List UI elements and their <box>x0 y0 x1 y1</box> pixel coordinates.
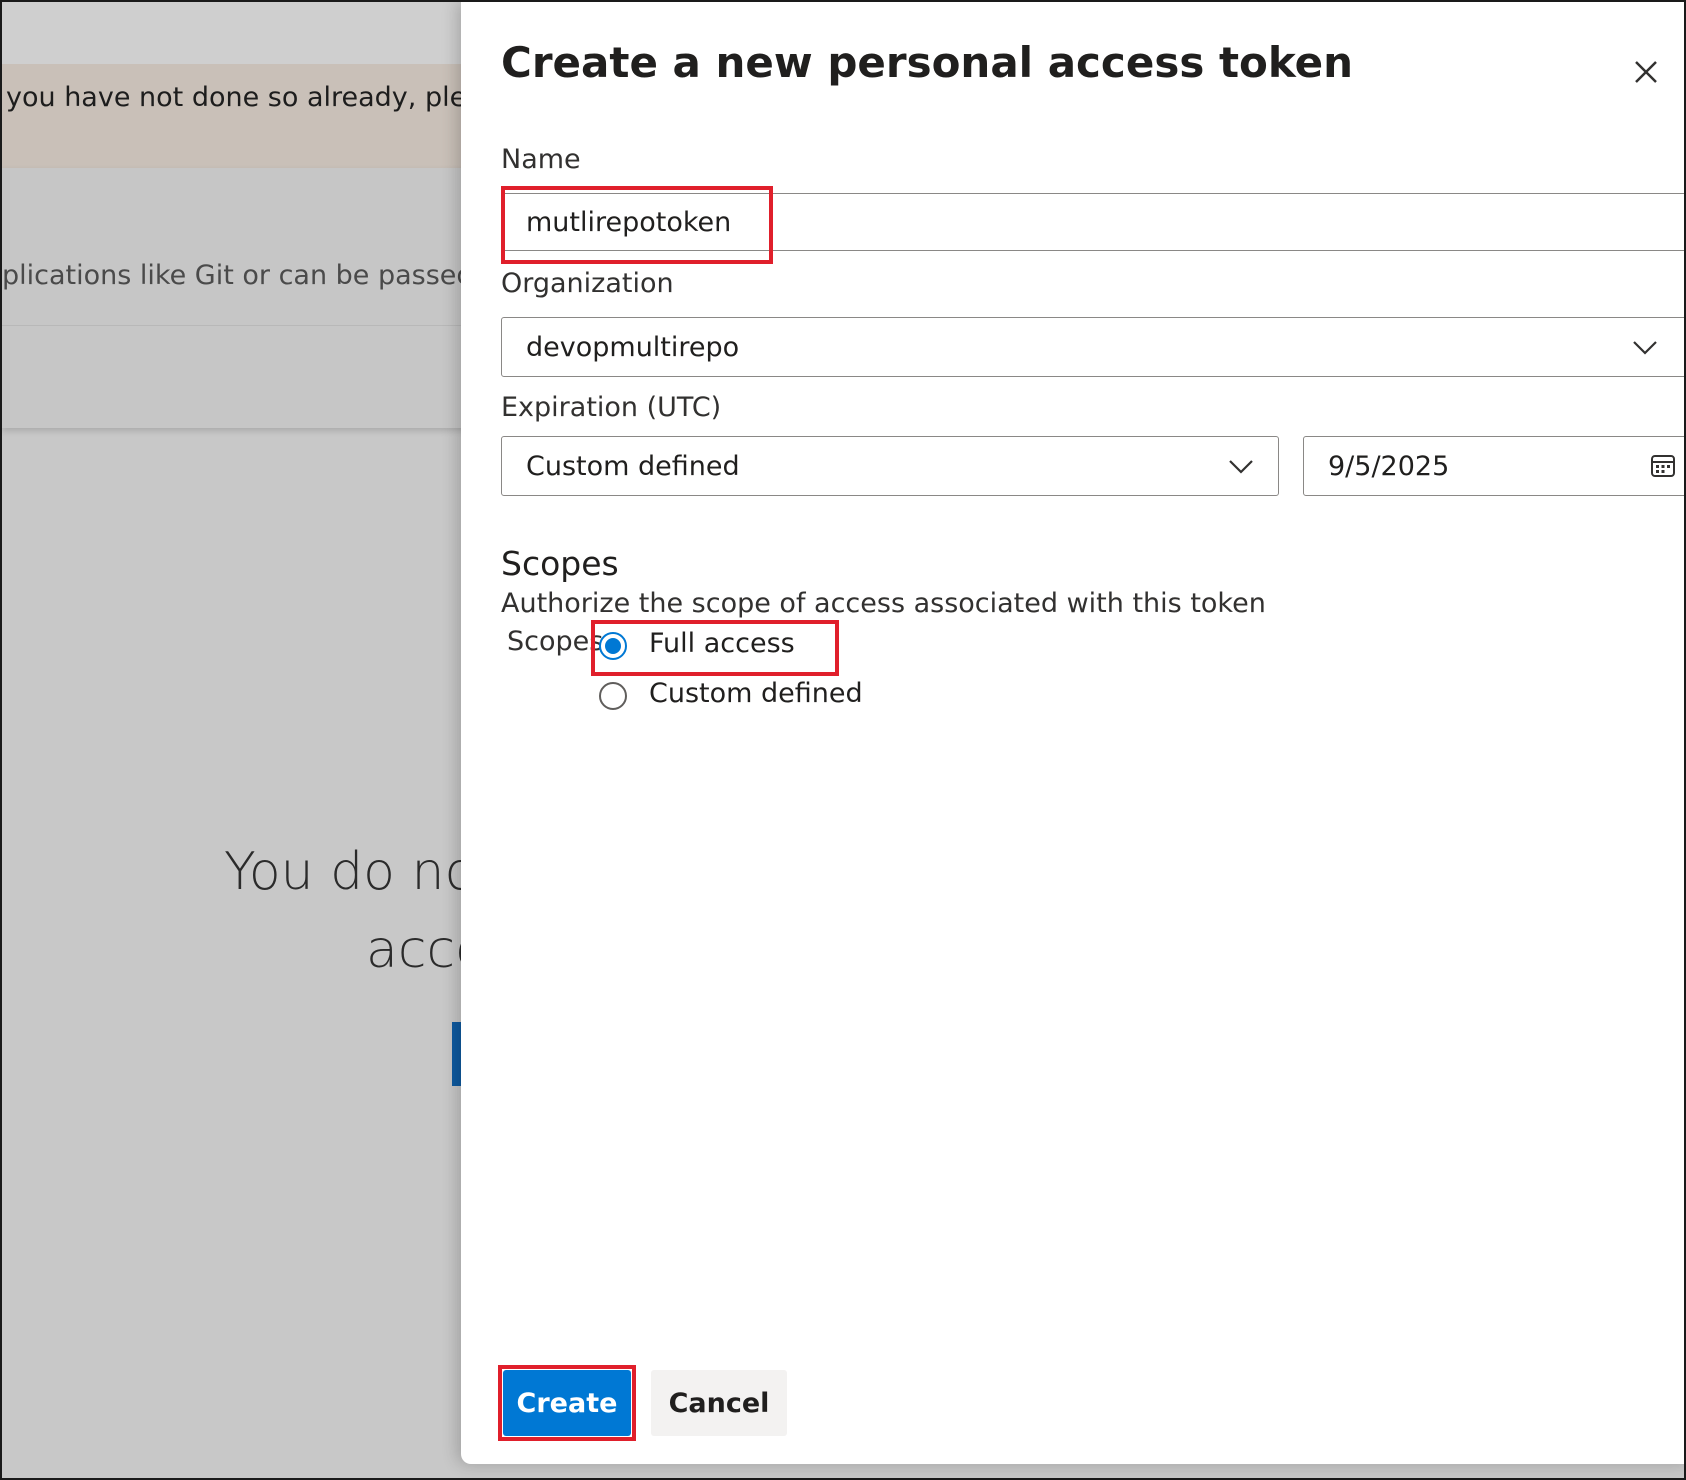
background-description: plications like Git or can be passed in <box>2 260 507 291</box>
scope-option-label: Full access <box>649 628 795 659</box>
organization-value: devopmultirepo <box>526 332 740 363</box>
calendar-icon <box>1651 455 1675 477</box>
scope-option-label: Custom defined <box>649 678 863 709</box>
chevron-down-icon <box>1633 341 1657 355</box>
create-button[interactable]: Create <box>503 1370 631 1436</box>
background-divider <box>2 325 472 326</box>
scopes-subtitle: Authorize the scope of access associated… <box>501 588 1266 619</box>
organization-label: Organization <box>501 268 674 299</box>
expiration-date-value: 9/5/2025 <box>1328 451 1450 482</box>
background-card <box>2 168 472 428</box>
scopes-title: Scopes <box>501 544 619 583</box>
name-label: Name <box>501 144 581 175</box>
background-empty-state-line1: You do no <box>224 842 477 902</box>
expiration-date-picker[interactable]: 9/5/2025 <box>1303 436 1684 496</box>
radio-unselected-icon <box>599 682 627 710</box>
close-button[interactable] <box>1626 52 1666 92</box>
close-icon <box>1635 61 1657 83</box>
background-notice-text: you have not done so already, please <box>6 82 514 113</box>
scopes-field-label: Scopes <box>507 626 604 657</box>
chevron-down-icon <box>1229 460 1253 474</box>
screenshot-frame: you have not done so already, please pli… <box>0 0 1686 1480</box>
organization-select[interactable]: devopmultirepo <box>501 317 1684 377</box>
radio-selected-icon <box>599 632 627 660</box>
background-notice-banner <box>2 64 472 168</box>
expiration-select[interactable]: Custom defined <box>501 436 1279 496</box>
panel-title: Create a new personal access token <box>501 38 1354 87</box>
expiration-label: Expiration (UTC) <box>501 392 722 423</box>
cancel-button[interactable]: Cancel <box>651 1370 787 1436</box>
name-input[interactable] <box>501 193 1684 251</box>
expiration-value: Custom defined <box>526 451 740 482</box>
background-top-bar <box>2 2 472 64</box>
create-token-panel: Create a new personal access token Name … <box>461 2 1684 1464</box>
